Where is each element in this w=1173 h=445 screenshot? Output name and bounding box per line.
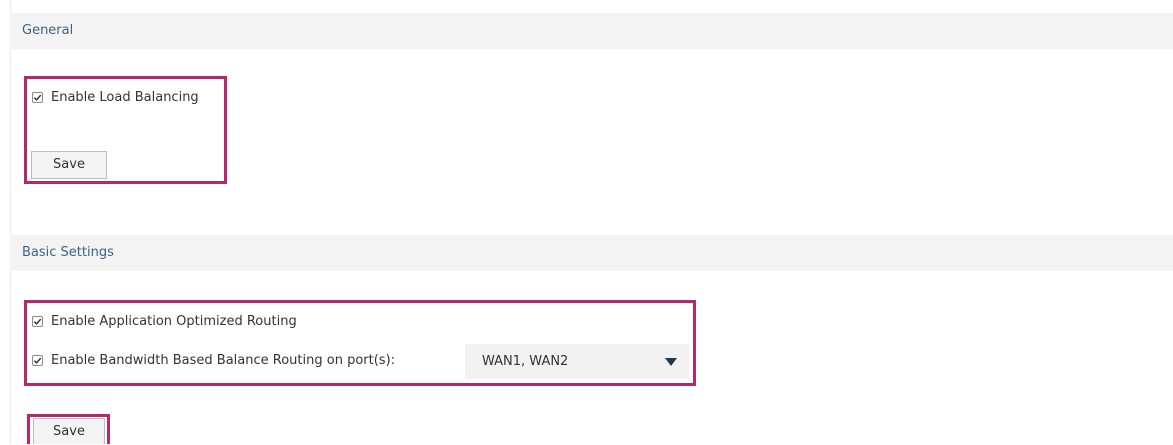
enable-bandwidth-routing-row[interactable]: Enable Bandwidth Based Balance Routing o… [32, 353, 395, 368]
ports-select-value: WAN1, WAN2 [482, 354, 569, 369]
checkmark-icon [33, 357, 42, 364]
save-button-basic-settings[interactable]: Save [33, 418, 105, 444]
checkmark-icon [33, 318, 42, 325]
ports-select[interactable]: WAN1, WAN2 [465, 344, 689, 379]
enable-bandwidth-routing-checkbox[interactable] [32, 355, 43, 366]
enable-app-optimized-routing-row[interactable]: Enable Application Optimized Routing [32, 314, 297, 329]
enable-load-balancing-row[interactable]: Enable Load Balancing [32, 90, 199, 105]
section-header-general: General [10, 13, 1173, 49]
enable-load-balancing-checkbox[interactable] [32, 92, 43, 103]
content-border [10, 0, 11, 444]
save-button-general[interactable]: Save [31, 151, 107, 179]
checkmark-icon [33, 94, 42, 101]
section-title-general: General [22, 23, 74, 38]
dropdown-arrow-icon [665, 358, 677, 366]
enable-app-optimized-routing-label: Enable Application Optimized Routing [51, 314, 297, 329]
enable-bandwidth-routing-label: Enable Bandwidth Based Balance Routing o… [51, 353, 396, 368]
section-header-basic-settings: Basic Settings [10, 235, 1173, 271]
enable-load-balancing-label: Enable Load Balancing [51, 90, 199, 105]
enable-app-optimized-routing-checkbox[interactable] [32, 316, 43, 327]
section-title-basic-settings: Basic Settings [22, 245, 114, 260]
